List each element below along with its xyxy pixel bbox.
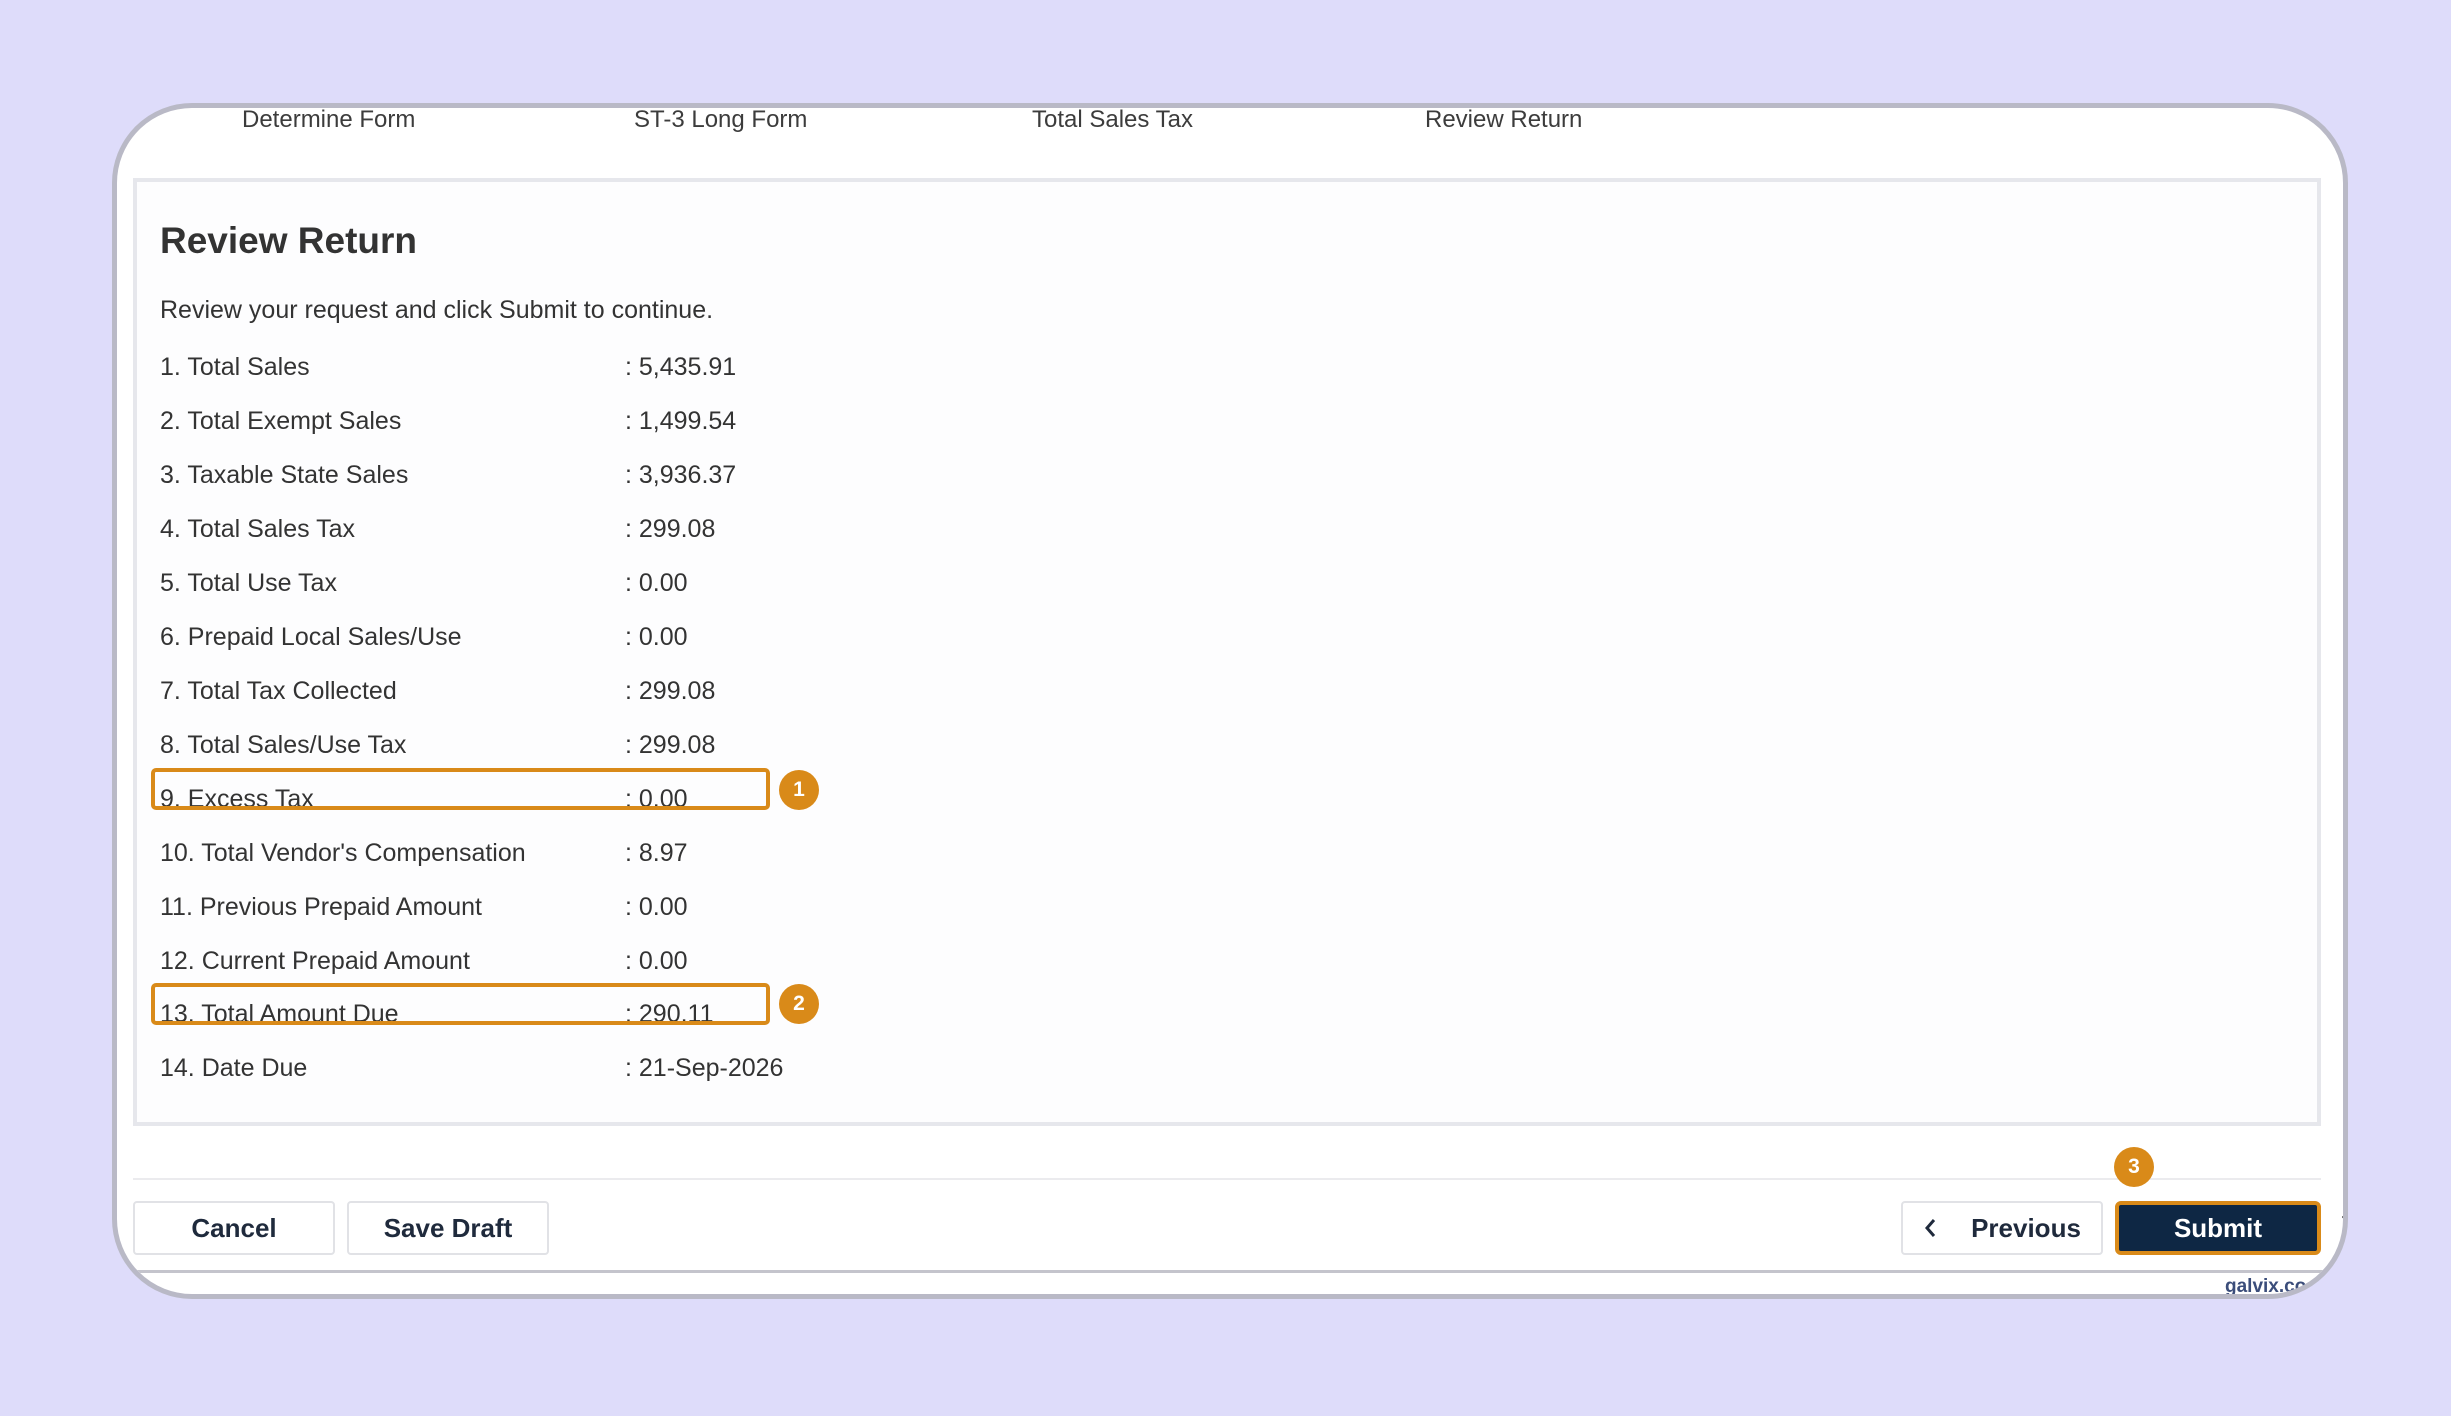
annotation-badge-2: 2: [779, 984, 819, 1024]
row-value: : 0.00: [625, 623, 688, 651]
row-value: : 0.00: [625, 947, 688, 975]
wizard-steps: Determine Form ST-3 Long Form Total Sale…: [117, 108, 2343, 174]
row-value: : 299.08: [625, 731, 716, 759]
review-description: Review your request and click Submit to …: [160, 296, 714, 324]
summary-row: 6. Prepaid Local Sales/Use : 0.00: [160, 618, 880, 658]
page-title: Review Return: [160, 220, 418, 261]
cancel-button[interactable]: Cancel: [133, 1201, 335, 1255]
row-value: : 0.00: [625, 893, 688, 921]
row-label: 3. Taxable State Sales: [160, 461, 409, 489]
summary-row: 3. Taxable State Sales : 3,936.37: [160, 456, 880, 496]
summary-row: 12. Current Prepaid Amount : 0.00: [160, 942, 880, 982]
row-label: 5. Total Use Tax: [160, 569, 337, 597]
row-value: : 0.00: [625, 569, 688, 597]
row-value: : 8.97: [625, 839, 688, 867]
chevron-left-icon: [1923, 1217, 1937, 1239]
step-review-return[interactable]: Review Return: [1425, 108, 1582, 134]
annotation-badge-3: 3: [2114, 1147, 2154, 1187]
row-value: : 299.08: [625, 515, 716, 543]
step-determine-form[interactable]: Determine Form: [242, 108, 415, 134]
submit-button[interactable]: Submit: [2115, 1201, 2321, 1255]
row-value: : 1,499.54: [625, 407, 737, 435]
highlight-excess-tax: [151, 768, 770, 810]
previous-label: Previous: [1971, 1212, 2081, 1243]
app-window: Determine Form ST-3 Long Form Total Sale…: [112, 103, 2348, 1299]
row-value: : 5,435.91: [625, 353, 737, 381]
row-value: : 21-Sep-2026: [625, 1054, 784, 1082]
highlight-total-amount-due: [151, 983, 770, 1025]
summary-row: 2. Total Exempt Sales : 1,499.54: [160, 402, 880, 442]
step-st3-long-form[interactable]: ST-3 Long Form: [634, 108, 807, 134]
window-bottom-border: [117, 1270, 2343, 1273]
summary-row: 7. Total Tax Collected : 299.08: [160, 672, 880, 712]
footer-divider: [133, 1178, 2321, 1180]
row-label: 11. Previous Prepaid Amount: [160, 893, 482, 921]
summary-row: 10. Total Vendor's Compensation : 8.97: [160, 834, 880, 874]
row-label: 14. Date Due: [160, 1054, 308, 1082]
row-label: 1. Total Sales: [160, 353, 310, 381]
summary-row: 8. Total Sales/Use Tax : 299.08: [160, 726, 880, 766]
row-label: 2. Total Exempt Sales: [160, 407, 402, 435]
annotation-badge-1: 1: [779, 770, 819, 810]
summary-row: 14. Date Due : 21-Sep-2026: [160, 1049, 880, 1089]
hand-cursor-icon: [2342, 1202, 2343, 1235]
row-label: 8. Total Sales/Use Tax: [160, 731, 407, 759]
row-label: 4. Total Sales Tax: [160, 515, 356, 543]
previous-button[interactable]: Previous: [1901, 1201, 2103, 1255]
summary-row: 1. Total Sales : 5,435.91: [160, 348, 880, 388]
summary-row: 5. Total Use Tax : 0.00: [160, 564, 880, 604]
row-value: : 3,936.37: [625, 461, 737, 489]
step-total-sales-tax[interactable]: Total Sales Tax: [1032, 108, 1193, 134]
summary-row: 11. Previous Prepaid Amount : 0.00: [160, 888, 880, 928]
row-label: 6. Prepaid Local Sales/Use: [160, 623, 462, 651]
watermark: galvix.co: [2225, 1276, 2307, 1297]
summary-row: 4. Total Sales Tax : 299.08: [160, 510, 880, 550]
row-label: 12. Current Prepaid Amount: [160, 947, 470, 975]
row-label: 7. Total Tax Collected: [160, 677, 397, 705]
row-value: : 299.08: [625, 677, 716, 705]
save-draft-button[interactable]: Save Draft: [347, 1201, 549, 1255]
row-label: 10. Total Vendor's Compensation: [160, 839, 526, 867]
